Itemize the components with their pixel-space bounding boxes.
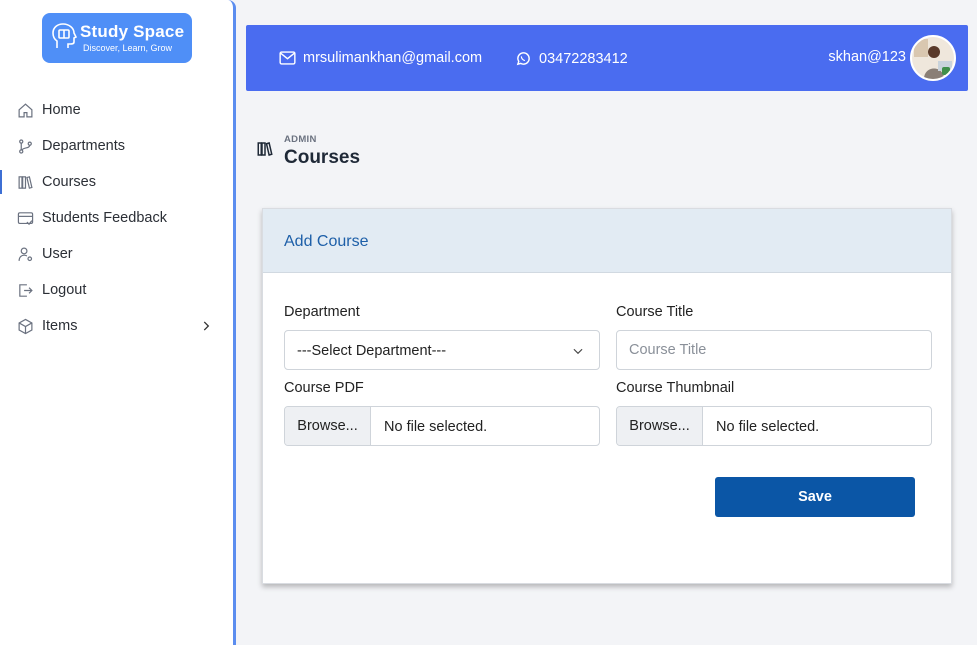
contact-email[interactable]: mrsulimankhan@gmail.com (279, 50, 482, 66)
department-select-value: ---Select Department--- (297, 343, 447, 359)
brand-logo[interactable]: Study Space Discover, Learn, Grow (42, 13, 192, 63)
sidebar-item-departments[interactable]: Departments (0, 128, 233, 164)
course-pdf-file-status: No file selected. (384, 419, 488, 435)
course-title-input[interactable] (616, 330, 932, 370)
email-text: mrsulimankhan@gmail.com (303, 50, 483, 66)
avatar[interactable] (910, 35, 956, 81)
books-icon (257, 142, 273, 156)
top-bar: mrsulimankhan@gmail.com 03472283412 skha… (246, 25, 968, 91)
page-title: Courses (284, 147, 361, 168)
sidebar-item-courses[interactable]: Courses (0, 164, 233, 200)
department-select[interactable]: ---Select Department--- (284, 330, 600, 370)
chevron-right-icon[interactable] (199, 319, 213, 333)
whatsapp-icon (516, 52, 530, 66)
course-thumbnail-label: Course Thumbnail (616, 380, 735, 396)
sidebar-item-label: Departments (42, 138, 126, 154)
sidebar-item-students-feedback[interactable]: Students Feedback (0, 200, 233, 236)
box-icon (16, 317, 34, 335)
save-button[interactable]: Save (715, 477, 915, 517)
mail-icon (279, 51, 296, 65)
sidebar-nav: Home Departments Courses Students Feedba… (0, 92, 233, 344)
sidebar-item-user[interactable]: User (0, 236, 233, 272)
department-label: Department (284, 304, 360, 320)
course-pdf-file-input[interactable]: Browse... No file selected. (284, 406, 600, 446)
sidebar-item-label: Home (42, 102, 81, 118)
sidebar-item-home[interactable]: Home (0, 92, 233, 128)
sidebar-item-logout[interactable]: Logout (0, 272, 233, 308)
brand-tagline: Discover, Learn, Grow (83, 43, 173, 53)
feedback-card-icon (16, 209, 34, 227)
card-header: Add Course (263, 209, 951, 273)
sidebar-item-label: Students Feedback (42, 210, 167, 226)
home-icon (16, 101, 34, 119)
phone-text: 03472283412 (539, 50, 628, 67)
chevron-down-icon (573, 348, 583, 355)
course-thumbnail-file-status: No file selected. (716, 419, 820, 435)
sidebar-item-items[interactable]: Items (0, 308, 233, 344)
git-branch-icon (16, 137, 34, 155)
contact-phone[interactable]: 03472283412 (515, 50, 628, 67)
logout-icon (16, 281, 34, 299)
course-thumbnail-browse-button[interactable]: Browse... (617, 407, 703, 445)
card-title: Add Course (284, 233, 369, 250)
sidebar-item-label: Courses (42, 174, 96, 190)
username[interactable]: skhan@123 (828, 49, 906, 65)
head-book-icon (52, 23, 77, 48)
sidebar-item-label: Logout (42, 282, 87, 298)
sidebar-item-label: Items (42, 318, 78, 334)
course-pdf-browse-button[interactable]: Browse... (285, 407, 371, 445)
user-gear-icon (16, 245, 34, 263)
breadcrumb: ADMIN (284, 134, 317, 145)
user-photo-icon (912, 37, 954, 79)
course-title-label: Course Title (616, 304, 694, 320)
add-course-card: Add Course Department ---Select Departme… (262, 208, 952, 584)
sidebar: Study Space Discover, Learn, Grow Home D… (0, 0, 236, 645)
brand-title: Study Space (80, 22, 185, 41)
books-icon (16, 173, 34, 191)
course-pdf-label: Course PDF (284, 380, 364, 396)
course-thumbnail-file-input[interactable]: Browse... No file selected. (616, 406, 932, 446)
sidebar-item-label: User (42, 246, 73, 262)
